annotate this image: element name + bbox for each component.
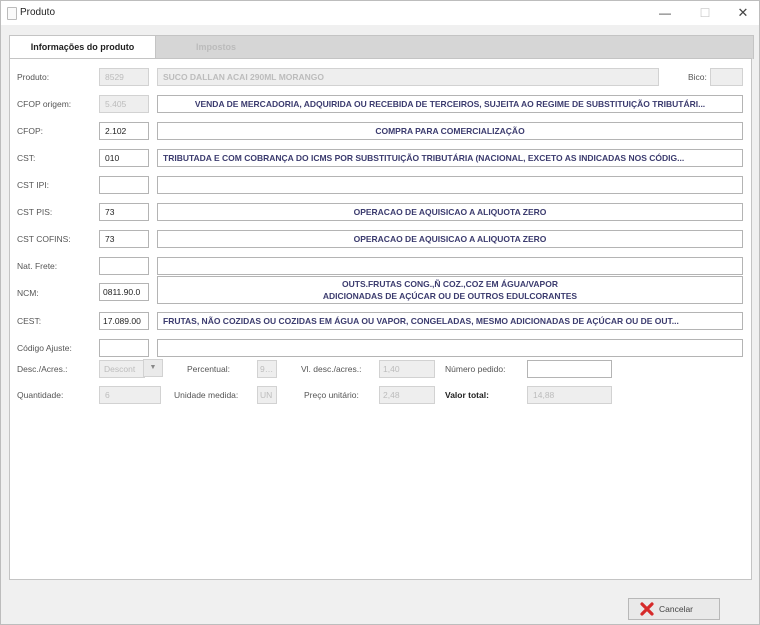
preco-unitario-field: 2,48 <box>379 386 435 404</box>
title-bar: Produto — ☐ ✕ <box>1 1 759 25</box>
percentual-label: Percentual: <box>187 364 230 374</box>
cfop-origem-code-field: 5.405 <box>99 95 149 113</box>
preco-unitario-label: Preço unitário: <box>304 390 359 400</box>
cest-label: CEST: <box>17 316 42 326</box>
numero-pedido-label: Número pedido: <box>445 364 506 374</box>
cancel-button[interactable]: Cancelar <box>628 598 720 620</box>
tab-bar: Informações do produto Impostos <box>9 35 754 59</box>
window-title: Produto <box>20 7 56 18</box>
cfop-label: CFOP: <box>17 126 43 136</box>
cst-label: CST: <box>17 153 36 163</box>
ncm-description-line1: OUTS.FRUTAS CONG.,Ñ COZ.,COZ EM ÁGUA/VAP… <box>342 279 558 289</box>
cest-code-input[interactable]: 17.089.00 <box>99 312 149 330</box>
bico-label: Bico: <box>688 72 707 82</box>
nat-frete-code-input[interactable] <box>99 257 149 275</box>
cst-ipi-label: CST IPI: <box>17 180 49 190</box>
tab-panel: Produto: 8529 SUCO DALLAN ACAI 290ML MOR… <box>9 58 752 580</box>
codigo-ajuste-code-input[interactable] <box>99 339 149 357</box>
ncm-label: NCM: <box>17 288 39 298</box>
quantidade-field: 6 <box>99 386 161 404</box>
desc-acres-select[interactable]: Descont <box>99 360 145 378</box>
maximize-icon[interactable]: ☐ <box>690 3 720 23</box>
cst-ipi-description <box>157 176 743 194</box>
percentual-field: 9,41 <box>257 360 277 378</box>
cfop-description: COMPRA PARA COMERCIALIZAÇÃO <box>157 122 743 140</box>
produto-code-field: 8529 <box>99 68 149 86</box>
cst-cofins-label: CST COFINS: <box>17 234 71 244</box>
cancel-x-icon <box>640 602 654 616</box>
codigo-ajuste-label: Código Ajuste: <box>17 343 72 353</box>
produto-label: Produto: <box>17 72 50 82</box>
vl-desc-acres-label: Vl. desc./acres.: <box>301 364 362 374</box>
cst-description: TRIBUTADA E COM COBRANÇA DO ICMS POR SUB… <box>157 149 743 167</box>
nat-frete-description <box>157 257 743 275</box>
cst-pis-description: OPERACAO DE AQUISICAO A ALIQUOTA ZERO <box>157 203 743 221</box>
minimize-icon[interactable]: — <box>650 3 680 23</box>
cfop-origem-label: CFOP origem: <box>17 99 72 109</box>
cfop-code-input[interactable]: 2.102 <box>99 122 149 140</box>
cst-ipi-code-input[interactable] <box>99 176 149 194</box>
cfop-origem-description: VENDA DE MERCADORIA, ADQUIRIDA OU RECEBI… <box>157 95 743 113</box>
cst-pis-label: CST PIS: <box>17 207 53 217</box>
cst-code-input[interactable]: 010 <box>99 149 149 167</box>
unidade-medida-label: Unidade medida: <box>174 390 239 400</box>
quantidade-label: Quantidade: <box>17 390 64 400</box>
app-icon <box>7 7 17 20</box>
tab-informacoes-produto[interactable]: Informações do produto <box>10 36 156 59</box>
desc-acres-label: Desc./Acres.: <box>17 364 68 374</box>
numero-pedido-input[interactable] <box>527 360 612 378</box>
bico-field <box>710 68 743 86</box>
cst-cofins-description: OPERACAO DE AQUISICAO A ALIQUOTA ZERO <box>157 230 743 248</box>
unidade-medida-field: UN <box>257 386 277 404</box>
ncm-code-input[interactable]: 0811.90.0 <box>99 283 149 301</box>
vl-desc-acres-field: 1,40 <box>379 360 435 378</box>
close-icon[interactable]: ✕ <box>728 3 758 23</box>
produto-description-field: SUCO DALLAN ACAI 290ML MORANGO <box>157 68 659 86</box>
cest-description: FRUTAS, NÃO COZIDAS OU COZIDAS EM ÁGUA O… <box>157 312 743 330</box>
cst-pis-code-input[interactable]: 73 <box>99 203 149 221</box>
ncm-description: OUTS.FRUTAS CONG.,Ñ COZ.,COZ EM ÁGUA/VAP… <box>157 276 743 304</box>
valor-total-label: Valor total: <box>445 390 489 400</box>
produto-window: Produto — ☐ ✕ Informações do produto Imp… <box>0 0 760 625</box>
cancel-button-label: Cancelar <box>659 604 694 614</box>
chevron-down-icon[interactable]: ▼ <box>143 359 163 377</box>
codigo-ajuste-description <box>157 339 743 357</box>
cst-cofins-code-input[interactable]: 73 <box>99 230 149 248</box>
ncm-description-line2: ADICIONADAS DE AÇÚCAR OU DE OUTROS EDULC… <box>322 291 578 301</box>
tab-impostos[interactable]: Impostos <box>156 36 276 59</box>
valor-total-field: 14,88 <box>527 386 612 404</box>
nat-frete-label: Nat. Frete: <box>17 261 58 271</box>
